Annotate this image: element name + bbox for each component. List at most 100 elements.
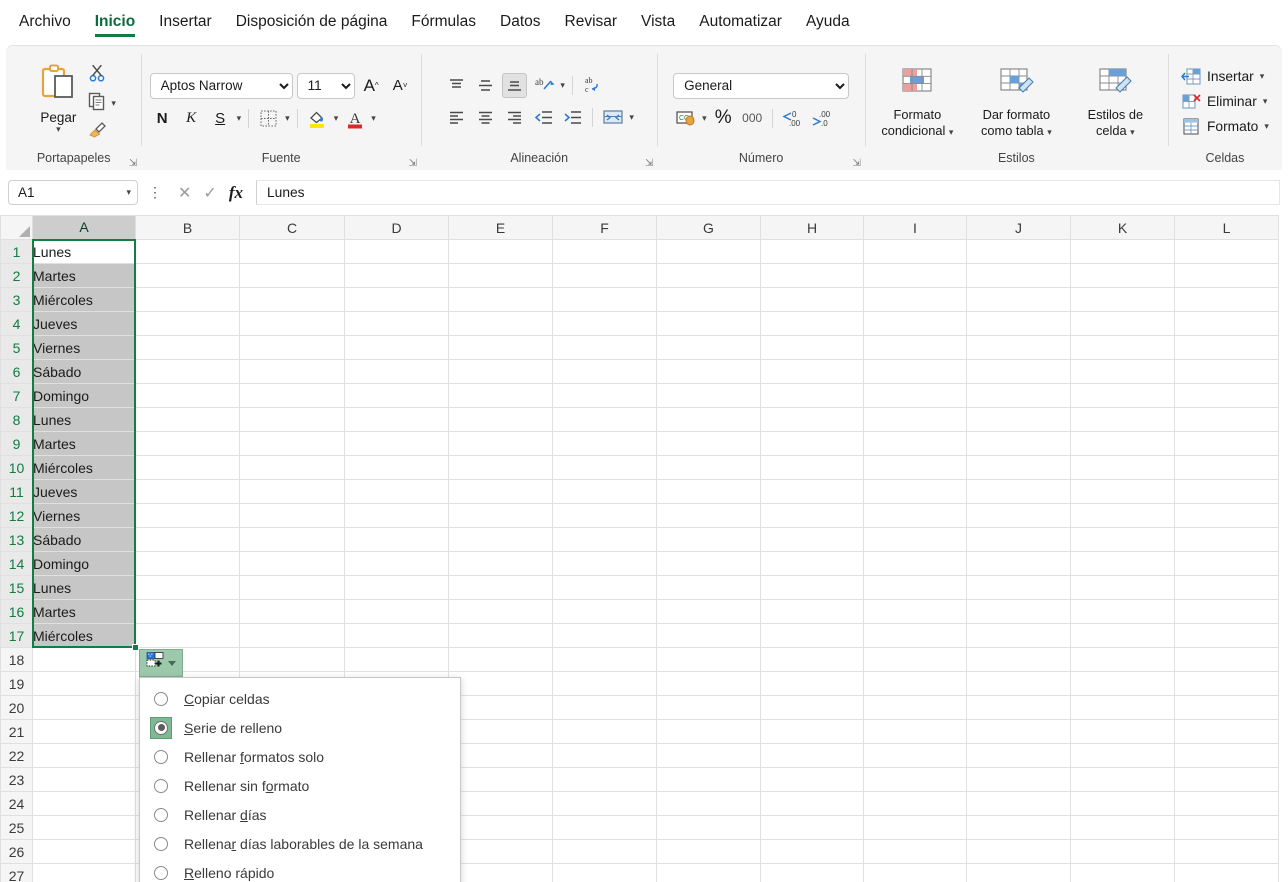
cell-I13[interactable]: [864, 528, 967, 552]
autofill-menu-item-5[interactable]: Rellenar días laborables de la semana: [140, 829, 460, 858]
formula-input[interactable]: Lunes: [256, 180, 1280, 205]
cell-D3[interactable]: [345, 288, 449, 312]
cell-F5[interactable]: [553, 336, 657, 360]
cell-C12[interactable]: [240, 504, 345, 528]
column-header-G[interactable]: G: [657, 216, 761, 240]
cell-K11[interactable]: [1071, 480, 1175, 504]
cell-I9[interactable]: [864, 432, 967, 456]
cell-J5[interactable]: [967, 336, 1071, 360]
cell-K4[interactable]: [1071, 312, 1175, 336]
cell-D18[interactable]: [345, 648, 449, 672]
delete-cells-button[interactable]: Eliminar ▾: [1177, 90, 1273, 113]
cell-H5[interactable]: [761, 336, 864, 360]
cell-E21[interactable]: [449, 720, 553, 744]
autofill-menu-item-6[interactable]: Relleno rápido: [140, 858, 460, 882]
cell-C8[interactable]: [240, 408, 345, 432]
cell-H12[interactable]: [761, 504, 864, 528]
cell-C5[interactable]: [240, 336, 345, 360]
row-header-26[interactable]: 26: [1, 840, 33, 864]
cell-F16[interactable]: [553, 600, 657, 624]
cell-K5[interactable]: [1071, 336, 1175, 360]
cell-K19[interactable]: [1071, 672, 1175, 696]
cell-C18[interactable]: [240, 648, 345, 672]
cell-L8[interactable]: [1175, 408, 1279, 432]
cell-J8[interactable]: [967, 408, 1071, 432]
row-header-4[interactable]: 4: [1, 312, 33, 336]
column-header-I[interactable]: I: [864, 216, 967, 240]
cell-E7[interactable]: [449, 384, 553, 408]
cell-F13[interactable]: [553, 528, 657, 552]
cell-A10[interactable]: Miércoles: [33, 456, 136, 480]
cell-G2[interactable]: [657, 264, 761, 288]
cell-H13[interactable]: [761, 528, 864, 552]
cell-H15[interactable]: [761, 576, 864, 600]
cell-I6[interactable]: [864, 360, 967, 384]
ribbon-tab-revisar[interactable]: Revisar: [554, 8, 629, 38]
cell-A4[interactable]: Jueves: [33, 312, 136, 336]
cell-K12[interactable]: [1071, 504, 1175, 528]
alignment-dialog-launcher[interactable]: ⇲: [645, 158, 653, 169]
row-header-24[interactable]: 24: [1, 792, 33, 816]
cell-E11[interactable]: [449, 480, 553, 504]
cell-L21[interactable]: [1175, 720, 1279, 744]
cell-I24[interactable]: [864, 792, 967, 816]
cell-E16[interactable]: [449, 600, 553, 624]
cell-B11[interactable]: [136, 480, 240, 504]
cell-G26[interactable]: [657, 840, 761, 864]
radio-selected-icon[interactable]: [150, 717, 172, 739]
cell-B5[interactable]: [136, 336, 240, 360]
cell-F2[interactable]: [553, 264, 657, 288]
font-dialog-launcher[interactable]: ⇲: [409, 158, 417, 169]
copy-button[interactable]: ▾: [87, 91, 116, 116]
borders-button[interactable]: [256, 106, 281, 131]
cell-D10[interactable]: [345, 456, 449, 480]
cell-C3[interactable]: [240, 288, 345, 312]
cell-G9[interactable]: [657, 432, 761, 456]
cell-G20[interactable]: [657, 696, 761, 720]
cell-J24[interactable]: [967, 792, 1071, 816]
cell-J25[interactable]: [967, 816, 1071, 840]
cell-A5[interactable]: Viernes: [33, 336, 136, 360]
align-middle-button[interactable]: [473, 73, 498, 98]
cell-K25[interactable]: [1071, 816, 1175, 840]
cell-L2[interactable]: [1175, 264, 1279, 288]
cell-G7[interactable]: [657, 384, 761, 408]
cell-I1[interactable]: [864, 240, 967, 264]
column-header-L[interactable]: L: [1175, 216, 1279, 240]
cell-J18[interactable]: [967, 648, 1071, 672]
cell-A1[interactable]: Lunes: [33, 240, 136, 264]
cell-G14[interactable]: [657, 552, 761, 576]
cell-K7[interactable]: [1071, 384, 1175, 408]
row-header-10[interactable]: 10: [1, 456, 33, 480]
cell-I14[interactable]: [864, 552, 967, 576]
row-header-19[interactable]: 19: [1, 672, 33, 696]
autofill-menu-item-0[interactable]: Copiar celdas: [140, 684, 460, 713]
cell-B14[interactable]: [136, 552, 240, 576]
cell-E4[interactable]: [449, 312, 553, 336]
cell-I20[interactable]: [864, 696, 967, 720]
cell-H4[interactable]: [761, 312, 864, 336]
cell-I22[interactable]: [864, 744, 967, 768]
select-all-button[interactable]: [1, 216, 33, 240]
cell-L14[interactable]: [1175, 552, 1279, 576]
cell-J6[interactable]: [967, 360, 1071, 384]
thousands-separator-button[interactable]: 000: [740, 106, 765, 131]
chevron-down-icon[interactable]: ▾: [371, 114, 376, 123]
cell-H21[interactable]: [761, 720, 864, 744]
chevron-down-icon[interactable]: ▾: [560, 81, 565, 90]
autofill-menu-item-3[interactable]: Rellenar sin formato: [140, 771, 460, 800]
cell-A14[interactable]: Domingo: [33, 552, 136, 576]
cell-F11[interactable]: [553, 480, 657, 504]
cell-I12[interactable]: [864, 504, 967, 528]
cell-L16[interactable]: [1175, 600, 1279, 624]
font-size-select[interactable]: 11: [297, 73, 355, 99]
cell-B16[interactable]: [136, 600, 240, 624]
cell-G3[interactable]: [657, 288, 761, 312]
cell-J10[interactable]: [967, 456, 1071, 480]
cell-H9[interactable]: [761, 432, 864, 456]
cell-B8[interactable]: [136, 408, 240, 432]
cell-K16[interactable]: [1071, 600, 1175, 624]
cell-F22[interactable]: [553, 744, 657, 768]
cell-G15[interactable]: [657, 576, 761, 600]
cell-G18[interactable]: [657, 648, 761, 672]
